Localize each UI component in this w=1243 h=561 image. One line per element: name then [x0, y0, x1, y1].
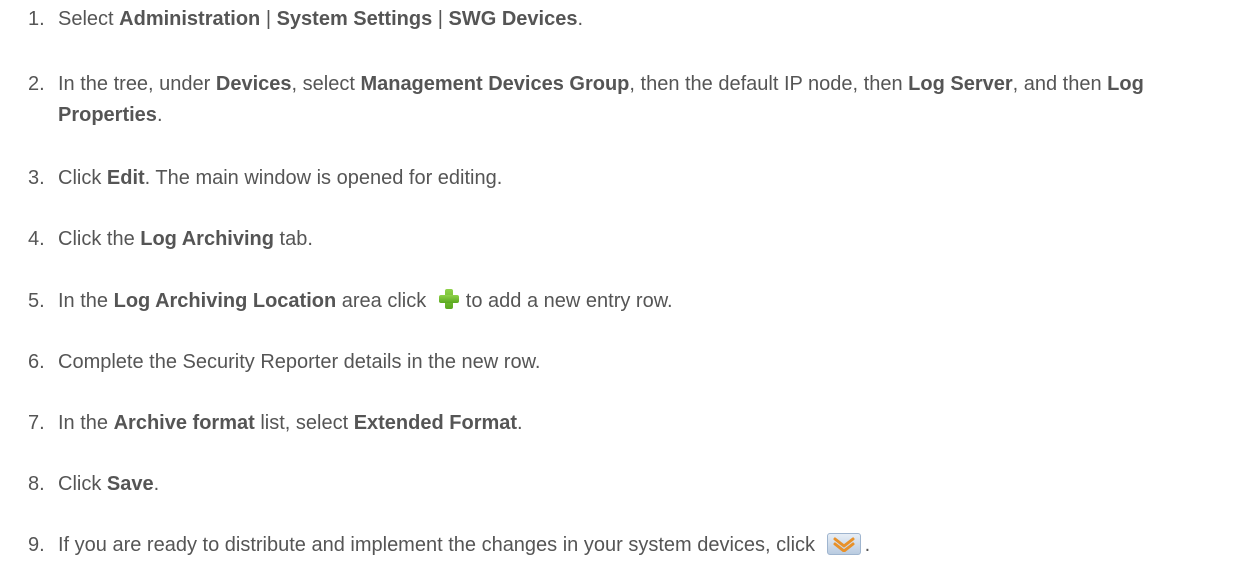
- add-icon: [438, 288, 460, 310]
- menu-system-settings: System Settings: [276, 8, 433, 30]
- step-7: 7. In the Archive format list, select Ext…: [28, 408, 1228, 439]
- step-text: Click Save.: [58, 473, 160, 495]
- step-number: 6.: [28, 351, 45, 373]
- step-text: In the Archive format list, select Exten…: [58, 412, 523, 434]
- step-text: Select Administration | System Settings …: [58, 8, 584, 30]
- step-6: 6. Complete the Security Reporter details…: [28, 347, 1228, 378]
- step-1: 1. Select Administration | System Setting…: [28, 4, 1228, 35]
- step-text: Complete the Security Reporter details i…: [58, 351, 541, 373]
- tree-devices: Devices: [215, 73, 292, 95]
- step-5: 5. In the Log Archiving Location area cli…: [28, 286, 1228, 317]
- distribute-icon: [826, 533, 861, 555]
- step-text: In the Log Archiving Location area click…: [58, 288, 673, 312]
- procedure-steps: 1. Select Administration | System Setting…: [0, 0, 1243, 556]
- menu-swg-devices: SWG Devices: [448, 8, 578, 30]
- step-text: Click the Log Archiving tab.: [58, 228, 313, 250]
- step-number: 3.: [28, 167, 45, 189]
- log-archiving-location-label: Log Archiving Location: [113, 290, 337, 312]
- step-8: 8. Click Save.: [28, 469, 1228, 500]
- step-number: 7.: [28, 412, 45, 434]
- step-number: 1.: [28, 8, 45, 30]
- log-archiving-tab-label: Log Archiving: [140, 228, 274, 250]
- step-text: If you are ready to distribute and imple…: [58, 533, 871, 556]
- step-number: 5.: [28, 290, 45, 312]
- step-text: In the tree, under Devices, select Manag…: [58, 73, 1144, 126]
- menu-administration: Administration: [119, 8, 261, 30]
- archive-format-label: Archive format: [113, 412, 255, 434]
- step-4: 4. Click the Log Archiving tab.: [28, 224, 1228, 255]
- step-2: 2. In the tree, under Devices, select Man…: [28, 69, 1228, 131]
- save-label: Save: [106, 473, 154, 495]
- edit-label: Edit: [106, 167, 145, 189]
- step-text: Click Edit. The main window is opened fo…: [58, 167, 503, 189]
- extended-format-label: Extended Format: [353, 412, 518, 434]
- tree-log-server: Log Server: [908, 73, 1013, 95]
- step-3: 3. Click Edit. The main window is opened …: [28, 163, 1228, 194]
- step-number: 8.: [28, 473, 45, 495]
- step-number: 4.: [28, 228, 45, 250]
- tree-management-devices-group: Management Devices Group: [360, 73, 630, 95]
- step-number: 2.: [28, 73, 45, 95]
